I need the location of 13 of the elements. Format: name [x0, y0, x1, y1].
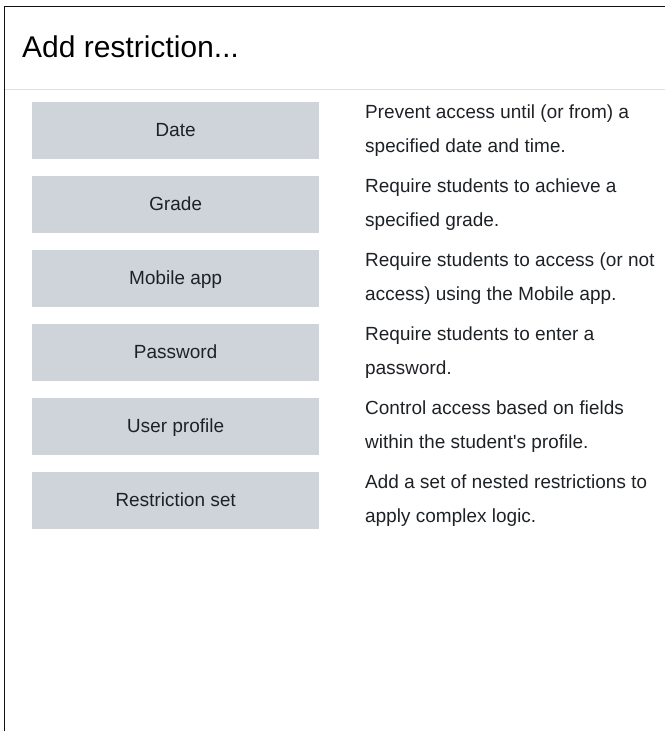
restriction-button[interactable]: Mobile app — [32, 250, 319, 307]
restriction-description: Require students to achieve a specified grade. — [365, 175, 618, 233]
dialog-title: Add restriction... — [22, 31, 239, 65]
restriction-description: Require students to access (or not access) using the Mobile app. — [365, 249, 656, 307]
restriction-description: Add a set of nested restrictions to apply complex logic. — [365, 471, 648, 529]
restriction-button[interactable]: Grade — [32, 176, 319, 233]
restriction-button[interactable]: Restriction set — [32, 472, 319, 529]
restriction-button[interactable]: Date — [32, 102, 319, 159]
restriction-description: Require students to enter a password. — [365, 323, 596, 381]
restriction-button[interactable]: Password — [32, 324, 319, 381]
restriction-button[interactable]: User profile — [32, 398, 319, 455]
restriction-description: Prevent access until (or from) a specified date and time. — [365, 101, 630, 159]
restriction-description: Control access based on fields within the student's profile. — [365, 397, 625, 455]
